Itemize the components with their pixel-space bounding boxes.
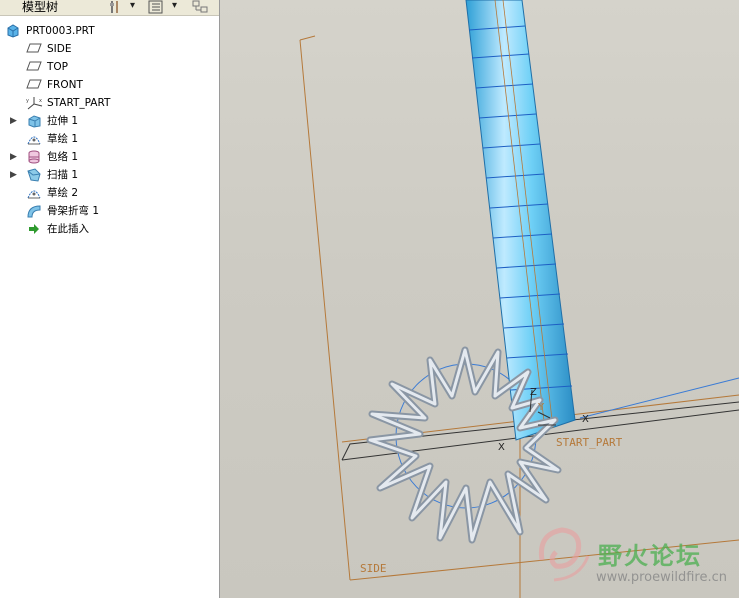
tree-item-side[interactable]: SIDE: [0, 40, 219, 58]
tree-item-label: START_PART: [47, 97, 111, 109]
tree-list-icon[interactable]: [148, 0, 164, 14]
model-tree-panel: 模型树 ▾ ▾ PRT0003.PRT SIDE TOP FRONT y x S…: [0, 0, 220, 598]
part-icon: [6, 24, 22, 38]
tree-item-extrude-1[interactable]: ▶ 拉伸 1: [0, 112, 219, 130]
datum-plane-icon: [26, 78, 42, 92]
axis-x-label: X: [498, 442, 505, 453]
tree-item-label: FRONT: [47, 79, 83, 91]
tree-item-front[interactable]: FRONT: [0, 76, 219, 94]
tree-item-label: SIDE: [47, 43, 72, 55]
expand-arrow-icon[interactable]: ▶: [10, 166, 20, 184]
tree-item-sketch-1[interactable]: 草绘 1: [0, 130, 219, 148]
coordinate-system-icon: yx: [26, 96, 43, 110]
side-label: SIDE: [360, 562, 387, 575]
spinal-bend-icon: [26, 204, 42, 218]
tree-item-sketch-2[interactable]: 草绘 2: [0, 184, 219, 202]
tree-item-part[interactable]: PRT0003.PRT: [0, 22, 219, 40]
tree-item-label: 扫描 1: [47, 169, 79, 181]
svg-text:y: y: [26, 98, 29, 104]
tree-item-label: 草绘 2: [47, 187, 79, 199]
start-part-label: START_PART: [556, 436, 623, 449]
expand-arrow-icon[interactable]: ▶: [10, 148, 20, 166]
sweep-icon: [26, 168, 42, 182]
tree-item-spinal-bend-1[interactable]: 骨架折弯 1: [0, 202, 219, 220]
settings-dropdown-icon[interactable]: ▾: [130, 0, 135, 14]
tree-item-label: TOP: [47, 61, 69, 73]
tree-item-label: 拉伸 1: [47, 115, 79, 127]
tree-item-wrap-1[interactable]: ▶ 包络 1: [0, 148, 219, 166]
svg-text:x: x: [39, 98, 42, 104]
tree-item-start-part[interactable]: yx START_PART: [0, 94, 219, 112]
tree-list-dropdown-icon[interactable]: ▾: [172, 0, 177, 14]
wrap-icon: [26, 150, 42, 164]
graphics-viewport[interactable]: X Z Y X START_PART SIDE 野火论坛 www.proewil…: [220, 0, 739, 598]
tree-item-label: 草绘 1: [47, 133, 79, 145]
tree-item-label: 在此插入: [47, 223, 89, 235]
watermark-logo: [538, 527, 590, 582]
watermark-title: 野火论坛: [598, 542, 702, 570]
model-graphics: X Z Y X START_PART SIDE: [299, 0, 739, 598]
datum-plane-icon: [26, 42, 42, 56]
axis-x-right-label: X: [582, 414, 589, 425]
insert-arrow-icon: [26, 222, 42, 236]
datum-plane-icon: [26, 60, 42, 74]
settings-icon[interactable]: [108, 0, 124, 14]
watermark-url: www.proewildfire.cn: [596, 570, 727, 585]
tree-item-label: PRT0003.PRT: [26, 25, 95, 37]
tree-item-sweep-1[interactable]: ▶ 扫描 1: [0, 166, 219, 184]
model-tree-title: 模型树: [22, 0, 59, 14]
expand-arrow-icon[interactable]: ▶: [10, 112, 20, 130]
axis-y-label: Y: [537, 402, 545, 413]
tree-item-top[interactable]: TOP: [0, 58, 219, 76]
filter-icon[interactable]: [192, 0, 210, 14]
sketch-icon: [26, 132, 42, 146]
tree-item-label: 骨架折弯 1: [47, 205, 100, 217]
tree-item-label: 包络 1: [47, 151, 79, 163]
model-tree: PRT0003.PRT SIDE TOP FRONT yx START_PART…: [0, 22, 219, 238]
tree-item-insert-here[interactable]: 在此插入: [0, 220, 219, 238]
model-tree-header: 模型树 ▾ ▾: [0, 0, 219, 16]
sketch-icon: [26, 186, 42, 200]
axis-z-label: Z: [530, 387, 537, 398]
extrude-icon: [26, 114, 42, 128]
